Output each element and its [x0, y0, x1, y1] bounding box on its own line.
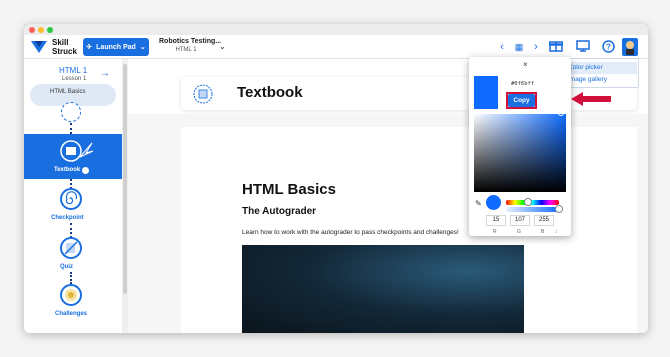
path-line [70, 272, 72, 284]
document-heading: HTML Basics [242, 181, 336, 198]
sidebar-scrollbar-thumb[interactable] [123, 64, 127, 294]
alpha-slider[interactable] [506, 207, 559, 212]
topic-label: HTML Basics [50, 89, 86, 95]
start-node-circle [61, 102, 81, 122]
chevron-down-icon: ⌄ [139, 44, 146, 51]
previous-arrow-icon[interactable]: ‹ [497, 40, 507, 54]
step-label[interactable]: Quiz [60, 264, 73, 270]
launch-pad-button[interactable]: ✈ Launch Pad ⌄ [83, 38, 149, 56]
document-subheading: The Autograder [242, 206, 317, 217]
check-icon [82, 167, 89, 174]
top-navigation-bar: Skill Struck ✈ Launch Pad ⌄ Robotics Tes… [24, 35, 648, 59]
maximize-window-button[interactable] [47, 27, 53, 33]
document-paragraph: Learn how to work with the autograder to… [242, 229, 459, 236]
b-input[interactable]: 255 [534, 215, 554, 226]
step-label[interactable]: Checkpoint [51, 215, 84, 221]
grid-menu-icon[interactable]: ▦ [513, 40, 525, 54]
saturation-handle[interactable] [558, 110, 564, 116]
trophy-icon[interactable] [60, 284, 82, 306]
help-icon[interactable]: ? [601, 40, 615, 54]
lesson-subtitle: Lesson 1 [62, 76, 87, 82]
copy-button[interactable]: Copy [508, 94, 535, 107]
next-arrow-icon[interactable]: › [531, 40, 541, 54]
skillstruck-logo-icon [31, 41, 47, 53]
annotation-arrow-icon [571, 92, 611, 106]
book-icon [60, 140, 94, 162]
sidebar-item-textbook[interactable]: Textbook [24, 134, 122, 179]
user-avatar[interactable] [622, 38, 638, 56]
svg-text:?: ? [606, 43, 611, 52]
g-input[interactable]: 107 [510, 215, 530, 226]
g-label: G [517, 229, 521, 235]
video-player[interactable] [242, 245, 524, 333]
spiral-icon[interactable] [60, 188, 82, 210]
logo-text: Skill Struck [52, 38, 77, 56]
b-label: B [541, 229, 545, 235]
hue-slider-handle[interactable] [524, 198, 532, 206]
color-swatch [474, 76, 498, 109]
saturation-value-area[interactable] [474, 114, 566, 192]
r-input[interactable]: 15 [486, 215, 506, 226]
gift-box-icon[interactable] [548, 40, 564, 54]
eyedropper-icon[interactable]: ✎ [475, 199, 482, 208]
alpha-slider-handle[interactable] [555, 205, 563, 213]
path-line [70, 223, 72, 238]
minimize-window-button[interactable] [38, 27, 44, 33]
current-color-preview [486, 195, 501, 210]
r-label: R [493, 229, 497, 235]
step-label[interactable]: Challenges [55, 311, 87, 317]
rocket-icon: ✈ [86, 44, 93, 51]
lesson-title: HTML 1 [59, 66, 88, 75]
format-toggle-icon[interactable]: ↕ [555, 229, 558, 235]
close-window-button[interactable] [29, 27, 35, 33]
step-label: Textbook [54, 167, 81, 173]
hex-value[interactable]: #0f6bff [511, 81, 534, 87]
browser-window: Skill Struck ✈ Launch Pad ⌄ Robotics Tes… [24, 24, 648, 333]
color-picker-popup: × #0f6bff Copy ✎ 15 107 255 R G B ↕ [469, 57, 571, 236]
arrow-right-icon[interactable]: → [100, 68, 110, 79]
monitor-icon[interactable] [575, 40, 591, 54]
quiz-icon[interactable] [60, 237, 82, 259]
textbook-icon [193, 84, 213, 104]
titlebar [24, 24, 648, 35]
section-title: Textbook [237, 84, 303, 101]
course-selector[interactable]: Robotics Testing... HTML 1 ⌄ [159, 38, 231, 56]
close-icon[interactable]: × [523, 60, 528, 69]
path-line [70, 123, 72, 134]
hue-slider[interactable] [506, 200, 559, 205]
chevron-down-icon: ⌄ [219, 42, 226, 51]
